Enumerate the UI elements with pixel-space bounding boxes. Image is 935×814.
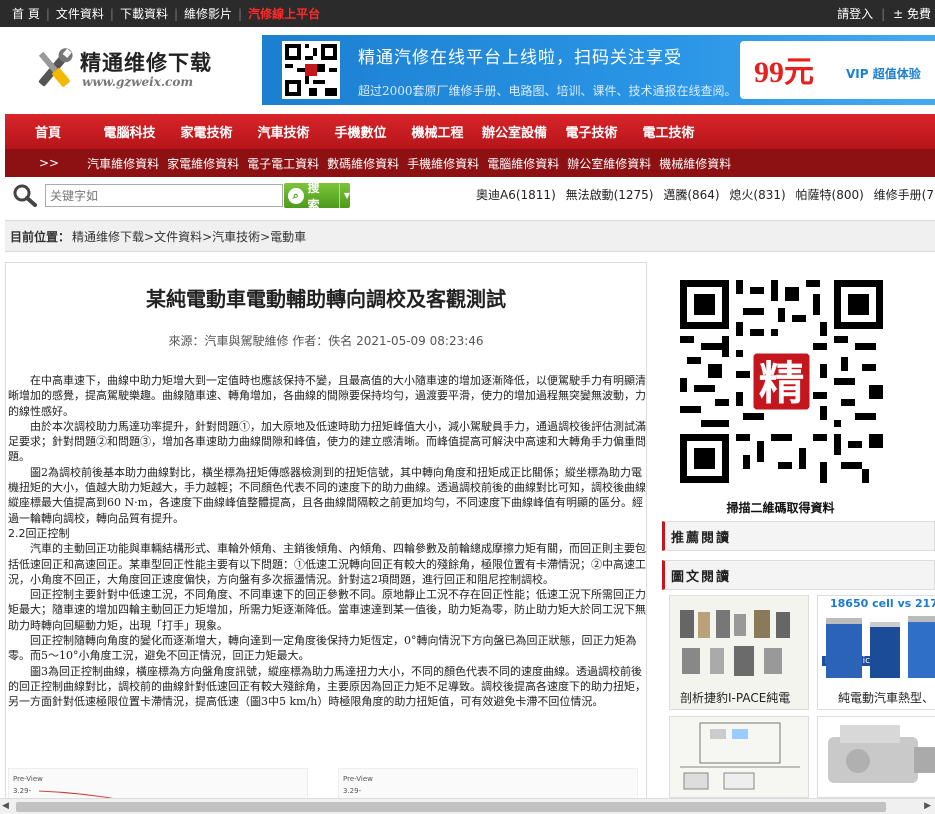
wrench-logo-icon [38,48,73,87]
thumbnail-caption[interactable]: 純電動汽車熱型、 [838,689,934,706]
top-bar: 首 頁 | 文件資料 | 下載資料 | 維修影片 | 汽修線上平台 請登入 | ± 免費 [0,0,935,27]
hot-keyword[interactable]: 奧迪A6(1811) [476,188,556,202]
main-nav: 首頁 電腦科技 家電技術 汽車技術 手機數位 機械工程 辦公室設備 電子技術 電… [5,114,935,149]
thumbnail-motor[interactable] [817,716,935,798]
breadcrumb: 目前位置： 精通维修下载>文件資料>汽車技術>電動車 [5,220,935,252]
logo-url: www.gzweix.com [82,75,194,89]
article-paragraph: 圖2為調校前後基本助力曲線對比，橫坐標為扭矩傳感器檢測到的扭矩信號，其中轉向角度… [8,465,646,525]
thumbnail-diagram[interactable] [669,716,809,798]
article-paragraph: 在中高車速下，曲線中助力矩增大到一定值時也應該保持不變，且最高值的大小隨車速的增… [8,374,646,418]
banner-headline: 精通汽修在线平台上线啦，扫码关注享受 [358,48,682,68]
qr-center-char: 精 [759,357,805,410]
recommended-reading-header: 推薦閱讀 [662,521,935,551]
sub-nav-item[interactable]: 家電維修資料 [163,155,243,172]
free-link[interactable]: ± 免費 [889,5,935,22]
promo-banner[interactable]: 精通汽修在线平台上线啦，扫码关注享受 超过2000套原厂维修手册、电路图、培训、… [262,35,935,105]
figure-value: 3.29- [343,787,362,795]
top-link-online-platform[interactable]: 汽修線上平台 [242,5,326,22]
top-link-home[interactable]: 首 頁 [6,5,46,22]
login-link[interactable]: 請登入 [833,5,877,22]
nav-computer[interactable]: 電腦科技 [91,122,168,141]
search-dropdown-icon[interactable]: ▼ [338,183,350,208]
article-title: 某純電動車電動輔助轉向調校及客觀測試 [146,287,506,311]
article-meta: 來源：汽車與駕駛維修 作者：佚名 2021-05-09 08:23:46 [168,334,484,348]
article-paragraph: 圖3為回正控制曲線，橫座標為方向盤角度訊號，縱座標為助力馬達扭力大小，不同的顏色… [8,664,646,709]
nav-mechanical[interactable]: 機械工程 [399,122,476,141]
hot-keyword[interactable]: 维修手册(7 [874,188,934,202]
article-paragraph: 回正控制主要針對中低速工況，不同角度、不同車速下的回正參數不同。原地靜止工況不存… [8,588,646,632]
separator: | [881,6,886,21]
nav-electronics[interactable]: 電子技術 [553,122,630,141]
article-figures: Pre-View 3.29- Pre-View 3.29- [8,768,644,801]
hot-keyword[interactable]: 無法啟動(1275) [566,188,654,202]
search-icon [13,184,37,207]
top-links: 首 頁 | 文件資料 | 下載資料 | 維修影片 | 汽修線上平台 [6,0,326,27]
thumbnail-caption[interactable]: 剖析捷豹I-PACE純電 [680,689,790,706]
breadcrumb-label: 目前位置： [10,229,71,244]
hot-keyword[interactable]: 邁騰(864) [663,188,719,202]
top-right: 請登入 | ± 免費 [833,0,935,27]
banner-price-box: 99元 VIP 超值体验 [740,41,935,99]
horizontal-scrollbar[interactable]: ◀ ▶ [0,798,935,814]
top-link-docs[interactable]: 文件資料 [50,5,110,22]
wiring-diagram-image [680,722,800,790]
article-body: 在中高車速下，曲線中助力矩增大到一定值時也應該保持不變，且最高值的大小隨車速的增… [8,373,646,710]
banner-price: 99元 [754,56,814,89]
site-logo[interactable]: 精通维修下载 www.gzweix.com [30,45,230,95]
motor-diagram-image [670,596,808,686]
article: 某純電動車電動輔助轉向調校及客觀測試 來源：汽車與駕駛維修 作者：佚名 2021… [5,262,647,802]
sidebar-qr-code: 精 [680,280,883,483]
top-link-downloads[interactable]: 下載資料 [114,5,174,22]
sub-nav: >> 汽車維修資料 家電維修資料 電子電工資料 數碼維修資料 手機維修資料 電腦… [5,149,935,177]
article-paragraph: 由於本次調校助力馬達功率提升，針對問題①，加大原地及低速時助力扭矩峰值大小，減小… [8,419,646,464]
sub-nav-item[interactable]: 電子電工資料 [243,155,323,172]
sub-nav-item[interactable]: 手機維修資料 [403,155,483,172]
banner-vip-label: VIP 超值体验 [846,67,921,81]
nav-appliance[interactable]: 家電技術 [168,122,245,141]
motor-photo-image [828,725,935,783]
scroll-right-icon[interactable]: ▶ [924,801,931,811]
figure-thumbnail[interactable]: Pre-View 3.29- [338,768,638,801]
sub-nav-item[interactable]: 數碼維修資料 [323,155,403,172]
sub-nav-item[interactable]: 辦公室維修資料 [563,155,655,172]
battery-caption-text: 18650 cell vs 2170 ce [818,596,935,612]
scrollbar-thumb[interactable] [16,802,886,812]
breadcrumb-path[interactable]: 精通维修下载>文件資料>汽車技術>電動車 [72,228,306,245]
sub-nav-arrow: >> [39,156,60,170]
sub-nav-item[interactable]: 機械維修資料 [655,155,735,172]
hot-keyword[interactable]: 帕薩特(800) [796,188,864,202]
nav-mobile[interactable]: 手機數位 [322,122,399,141]
nav-electrical[interactable]: 電工技術 [630,122,707,141]
nav-office[interactable]: 辦公室設備 [476,122,553,141]
hot-keywords: 奧迪A6(1811) 無法啟動(1275) 邁騰(864) 熄火(831) 帕薩… [476,186,935,203]
scroll-left-icon[interactable]: ◀ [2,801,9,811]
qr-caption: 掃描二維碼取得資料 [726,501,835,515]
hot-keyword[interactable]: 熄火(831) [729,188,785,202]
top-link-videos[interactable]: 維修影片 [178,5,238,22]
picture-reading-header: 圖文閱讀 [662,560,935,590]
figure-thumbnail[interactable]: Pre-View 3.29- [8,768,308,801]
logo-title: 精通维修下载 [80,50,212,75]
article-paragraph: 回正控制隨轉向角度的變化而逐漸增大，轉向達到一定角度後保持力矩恆定，0°轉向情況… [8,634,637,663]
article-paragraph: 汽車的主動回正功能與車輛結構形式、車輪外傾角、主銷後傾角、內傾角、四輪參數及前輪… [8,542,646,586]
nav-auto[interactable]: 汽車技術 [245,122,322,141]
search-button-icon: ⌕ [288,187,304,204]
search-input[interactable] [45,184,283,207]
banner-subline: 超过2000套原厂维修手册、电路图、培训、课件、技术通报在线查阅。 [358,84,737,98]
search-button[interactable]: ⌕ 搜索 ▼ [284,181,350,212]
article-subheading: 2.2回正控制 [8,526,70,540]
banner-qr-code [282,41,340,99]
figure-label: Pre-View [343,775,373,783]
sub-nav-item[interactable]: 汽車維修資料 [83,155,163,172]
nav-home[interactable]: 首頁 [5,122,91,141]
search-button-label: 搜索 [307,180,320,212]
sub-nav-item[interactable]: 電腦維修資料 [483,155,563,172]
